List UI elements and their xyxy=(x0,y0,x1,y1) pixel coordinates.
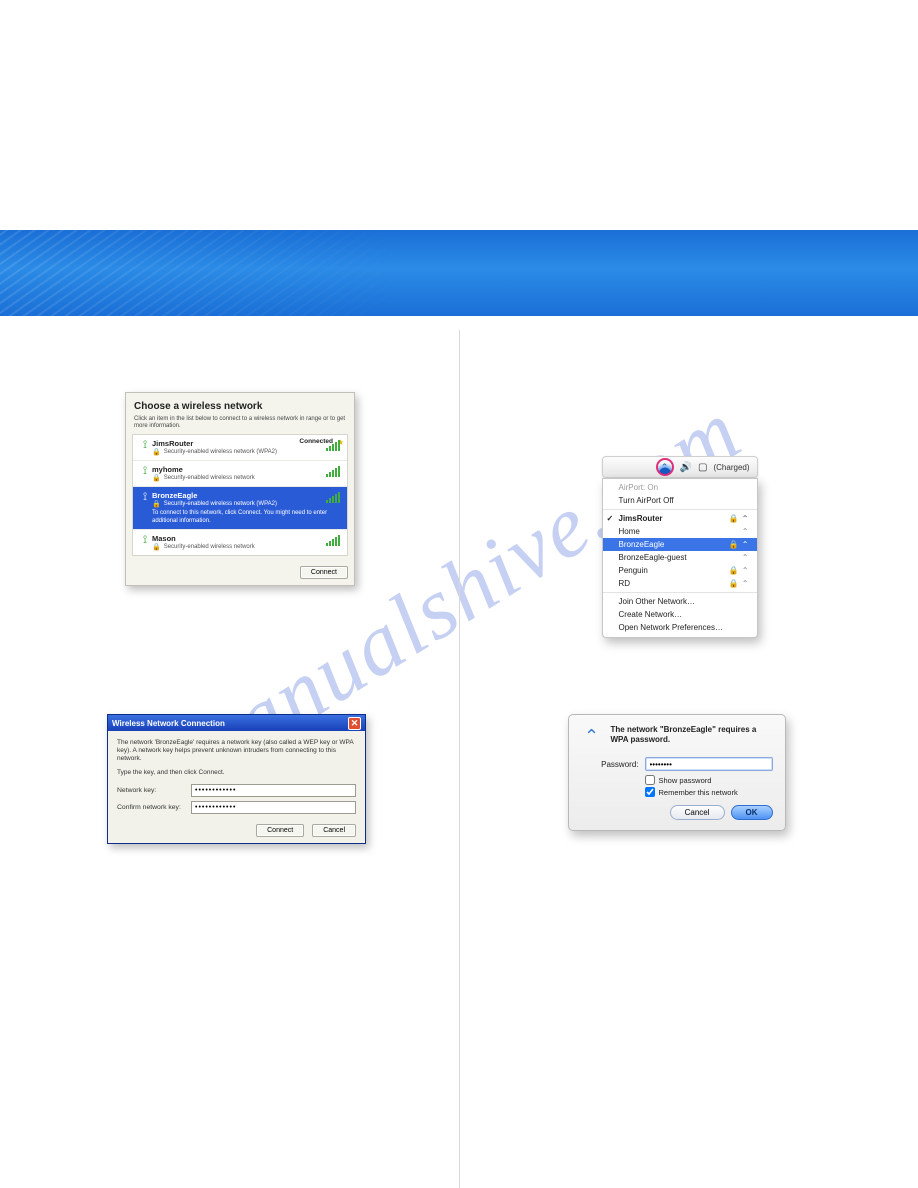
lock-icon: 🔒 xyxy=(729,514,739,523)
remember-network-checkbox[interactable] xyxy=(645,787,655,797)
signal-bars-icon xyxy=(326,493,342,503)
battery-status: (Charged) xyxy=(713,463,749,472)
lock-icon: 🔒 xyxy=(152,543,161,551)
wifi-icon: ⌃ xyxy=(742,553,749,562)
network-security: 🔒Security-enabled wireless network (WPA2… xyxy=(152,500,342,508)
battery-icon[interactable]: ▢ xyxy=(698,462,707,473)
lock-icon: 🔒 xyxy=(152,500,161,508)
confirm-key-label: Confirm network key: xyxy=(117,804,191,811)
password-label: Password: xyxy=(593,760,639,769)
antenna-icon: ⟟ xyxy=(138,465,152,478)
xp-dialog-instruction: Type the key, and then click Connect. xyxy=(117,769,356,777)
lock-icon: 🔒 xyxy=(152,474,161,482)
airport-network-item[interactable]: RD 🔒⌃ xyxy=(603,577,757,590)
wifi-icon: ⌃ xyxy=(742,540,749,549)
xp-window-title: Choose a wireless network xyxy=(126,393,354,416)
column-left: Choose a wireless network Click an item … xyxy=(0,330,460,1188)
two-columns: Choose a wireless network Click an item … xyxy=(0,330,918,1188)
network-item-selected[interactable]: ⟟ BronzeEagle 🔒Security-enabled wireless… xyxy=(133,486,347,529)
airport-network-item[interactable]: BronzeEagle-guest ⌃ xyxy=(603,551,757,564)
network-key-label: Network key: xyxy=(117,787,191,794)
airport-status: AirPort: On xyxy=(603,481,757,494)
network-security: 🔒Security-enabled wireless network xyxy=(152,474,342,482)
xp-network-key-dialog: Wireless Network Connection ✕ The networ… xyxy=(107,714,366,844)
lock-icon: 🔒 xyxy=(152,448,161,456)
show-password-checkbox[interactable] xyxy=(645,775,655,785)
mac-dialog-message: The network "BronzeEagle" requires a WPA… xyxy=(611,725,773,747)
xp-choose-network-window: Choose a wireless network Click an item … xyxy=(125,392,355,586)
lock-icon: 🔒 xyxy=(729,540,739,549)
menu-separator xyxy=(603,592,757,593)
xp-titlebar: Wireless Network Connection ✕ xyxy=(108,715,365,731)
network-item[interactable]: ⟟ Mason 🔒Security-enabled wireless netwo… xyxy=(133,529,347,555)
open-network-prefs[interactable]: Open Network Preferences… xyxy=(603,621,757,634)
airport-dropdown-menu: AirPort: On Turn AirPort Off ✓ JimsRoute… xyxy=(602,478,758,638)
cancel-button[interactable]: Cancel xyxy=(312,824,356,837)
page-banner xyxy=(0,230,918,316)
cancel-button[interactable]: Cancel xyxy=(670,805,725,820)
network-security: 🔒Security-enabled wireless network xyxy=(152,543,342,551)
lock-icon: 🔒 xyxy=(729,566,739,575)
connect-button[interactable]: Connect xyxy=(256,824,304,837)
connect-button[interactable]: Connect xyxy=(300,566,348,579)
antenna-icon: ⟟ xyxy=(138,534,152,547)
ok-button[interactable]: OK xyxy=(731,805,773,820)
xp-dialog-title: Wireless Network Connection xyxy=(112,719,225,728)
xp-dialog-message: The network 'BronzeEagle' requires a net… xyxy=(117,739,356,763)
show-password-label: Show password xyxy=(659,776,712,785)
airport-toggle[interactable]: Turn AirPort Off xyxy=(603,494,757,507)
checkmark-icon: ✓ xyxy=(607,514,614,523)
mac-menubar: ⌃ 🔊 ▢ (Charged) xyxy=(602,456,758,478)
wifi-icon: ⌃ xyxy=(742,579,749,588)
network-hint: To connect to this network, click Connec… xyxy=(152,510,342,525)
network-list: ⟟ JimsRouter 🔒Security-enabled wireless … xyxy=(132,434,348,556)
wifi-icon: ⌃ xyxy=(742,566,749,575)
signal-bars-icon xyxy=(326,467,342,477)
column-right: ⌃ 🔊 ▢ (Charged) AirPort: On Turn AirPort… xyxy=(460,330,918,1188)
speaker-icon[interactable]: 🔊 xyxy=(680,462,692,473)
xp-window-subtitle: Click an item in the list below to conne… xyxy=(126,416,354,434)
join-other-network[interactable]: Join Other Network… xyxy=(603,595,757,608)
network-security: 🔒Security-enabled wireless network (WPA2… xyxy=(152,448,342,456)
password-field[interactable] xyxy=(645,757,773,771)
menu-separator xyxy=(603,509,757,510)
airport-network-item[interactable]: Penguin 🔒⌃ xyxy=(603,564,757,577)
mac-password-dialog: ⌃ The network "BronzeEagle" requires a W… xyxy=(568,714,786,831)
lock-icon: 🔒 xyxy=(729,579,739,588)
airport-network-item-selected[interactable]: BronzeEagle 🔒⌃ xyxy=(603,538,757,551)
network-item[interactable]: ⟟ myhome 🔒Security-enabled wireless netw… xyxy=(133,460,347,486)
antenna-icon: ⟟ xyxy=(138,491,152,504)
create-network[interactable]: Create Network… xyxy=(603,608,757,621)
remember-network-label: Remember this network xyxy=(659,788,738,797)
antenna-icon: ⟟ xyxy=(138,439,152,452)
confirm-key-field[interactable] xyxy=(191,801,356,814)
network-name: Mason xyxy=(152,534,342,543)
airport-icon: ⌃ xyxy=(581,725,603,747)
network-name: BronzeEagle xyxy=(152,491,342,500)
signal-bars-icon xyxy=(326,441,342,451)
network-key-field[interactable] xyxy=(191,784,356,797)
wifi-icon: ⌃ xyxy=(742,527,749,536)
airport-network-item[interactable]: ✓ JimsRouter 🔒⌃ xyxy=(603,512,757,525)
airport-icon[interactable]: ⌃ xyxy=(656,458,674,476)
close-icon[interactable]: ✕ xyxy=(348,717,361,730)
network-name: myhome xyxy=(152,465,342,474)
signal-bars-icon xyxy=(326,536,342,546)
airport-network-item[interactable]: Home ⌃ xyxy=(603,525,757,538)
xp-window-footer: Connect xyxy=(126,562,354,585)
network-item[interactable]: ⟟ JimsRouter 🔒Security-enabled wireless … xyxy=(133,435,347,460)
wifi-icon: ⌃ xyxy=(742,514,749,523)
